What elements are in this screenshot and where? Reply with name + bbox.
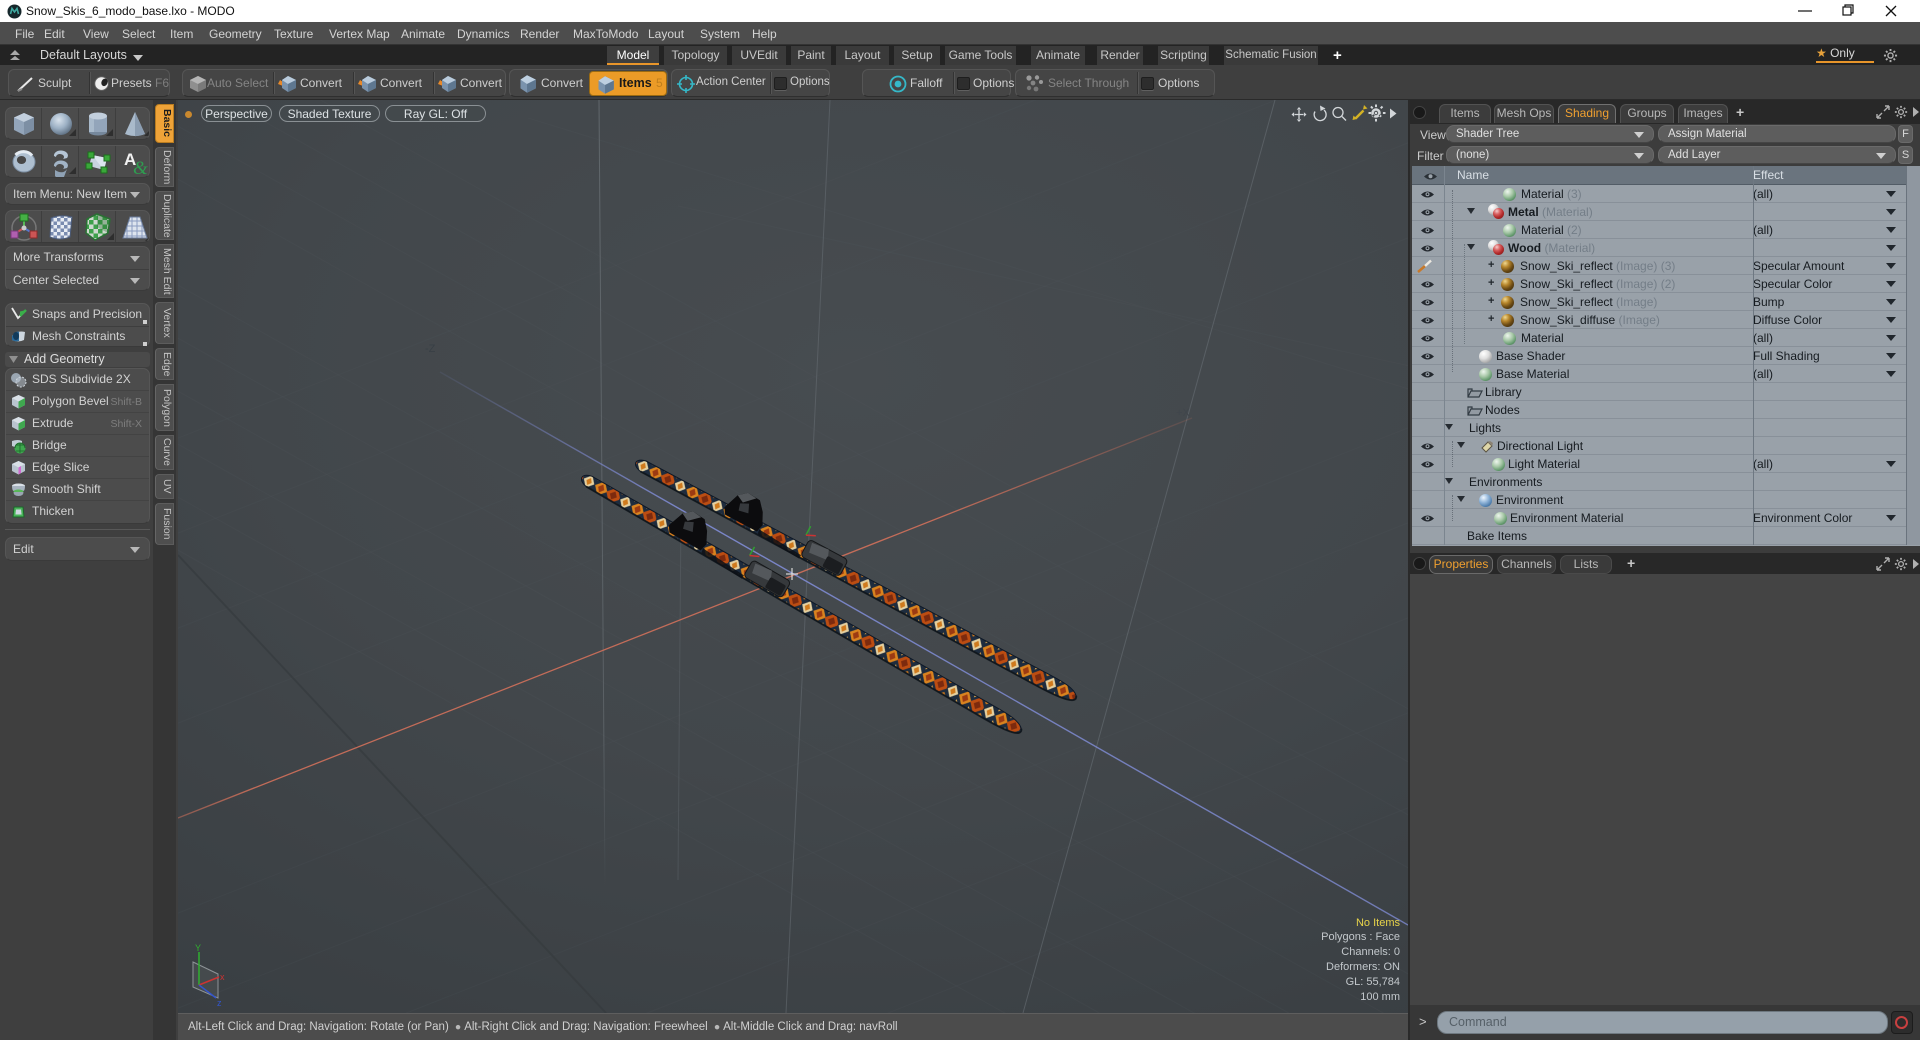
svg-text:-Z: -Z	[425, 343, 436, 355]
svg-text:z: z	[217, 998, 222, 1008]
svg-text:&: &	[133, 158, 148, 178]
svg-text:Y: Y	[195, 943, 201, 953]
svg-text:x: x	[220, 972, 225, 982]
svg-text:+X: +X	[1176, 407, 1190, 419]
